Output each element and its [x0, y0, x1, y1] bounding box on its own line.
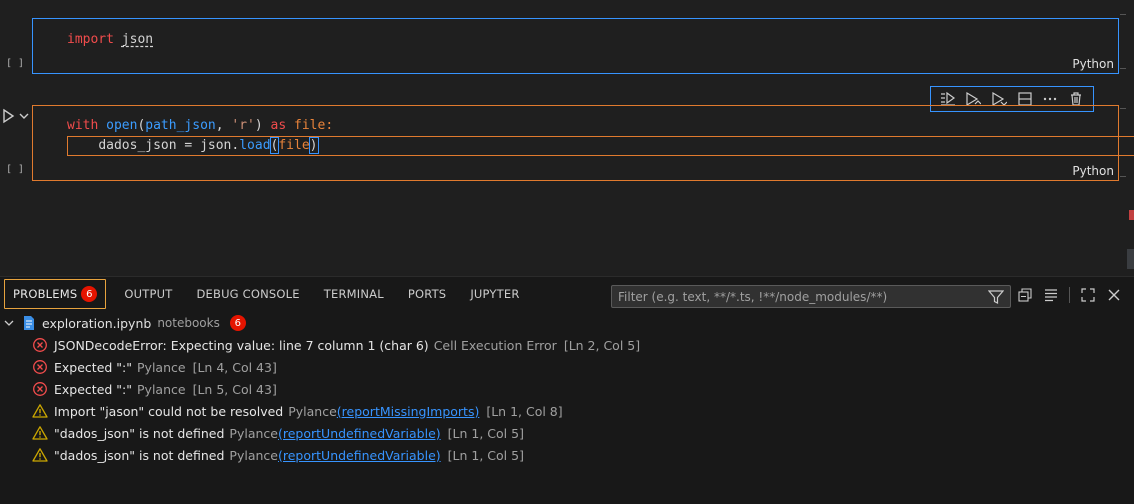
problem-code-link[interactable]: (reportUndefinedVariable): [278, 448, 441, 463]
code-cell-active[interactable]: with open(path_json, 'r') as file: dados…: [32, 105, 1134, 181]
tab-label: DEBUG CONSOLE: [196, 287, 300, 301]
problems-filter-box: [611, 285, 1011, 308]
separator: [1069, 287, 1070, 303]
problem-source: Pylance: [229, 447, 278, 463]
tab-output[interactable]: OUTPUT: [112, 279, 184, 309]
problems-count-badge: 6: [81, 286, 98, 302]
problem-position: [Ln 5, Col 43]: [192, 381, 277, 397]
overview-ruler-mark: [1120, 108, 1126, 109]
overview-ruler-mark: [1120, 68, 1126, 69]
function-open: open: [106, 118, 138, 133]
problem-source: Pylance: [288, 403, 337, 419]
problem-row[interactable]: JSONDecodeError: Expecting value: line 7…: [32, 335, 640, 355]
tab-debug-console[interactable]: DEBUG CONSOLE: [184, 279, 311, 309]
problem-row[interactable]: Import "jason" could not be resolved Pyla…: [32, 401, 563, 421]
file-problems-badge: 6: [229, 315, 246, 331]
problem-code-link[interactable]: (reportMissingImports): [337, 404, 480, 419]
problem-message: "dados_json" is not defined: [54, 447, 225, 463]
module-json: json: [200, 138, 232, 153]
problem-message: Import "jason" could not be resolved: [54, 403, 284, 419]
tab-label: TERMINAL: [323, 287, 384, 301]
variable-file: file: [294, 118, 326, 133]
bottom-panel: PROBLEMS 6 OUTPUT DEBUG CONSOLE TERMINAL…: [0, 276, 1134, 504]
overview-ruler-mark: [1120, 14, 1126, 15]
maximize-panel-icon[interactable]: [1078, 285, 1098, 305]
problem-source: Pylance: [229, 425, 278, 441]
problem-source: Pylance: [137, 381, 186, 397]
colon: :: [325, 118, 334, 133]
scrollbar-thumb[interactable]: [1127, 249, 1134, 269]
play-icon: [3, 108, 29, 124]
cell-language-label[interactable]: Python: [1072, 164, 1114, 178]
problem-message: "dados_json" is not defined: [54, 425, 225, 441]
problem-row[interactable]: Expected ":" Pylance [Ln 5, Col 43]: [32, 379, 277, 399]
code-line[interactable]: import json: [67, 32, 153, 47]
view-as-list-icon[interactable]: [1041, 285, 1061, 305]
problem-row[interactable]: "dados_json" is not defined Pylance (repor…: [32, 423, 524, 443]
tab-problems[interactable]: PROBLEMS 6: [4, 279, 107, 309]
panel-actions: [1015, 285, 1124, 305]
file-name: exploration.ipynb: [42, 315, 152, 331]
chevron-down-icon[interactable]: [0, 313, 18, 333]
tab-terminal[interactable]: TERMINAL: [312, 279, 396, 309]
variable-dados-json: dados_json: [98, 138, 177, 153]
problem-position: [Ln 2, Col 5]: [563, 337, 641, 353]
tab-label: PROBLEMS: [13, 287, 78, 301]
problem-position: [Ln 1, Col 5]: [447, 425, 524, 441]
variable-path-json: path_json: [145, 118, 216, 133]
tab-label: OUTPUT: [124, 287, 173, 301]
tab-ports[interactable]: PORTS: [396, 279, 458, 309]
paren: ): [254, 118, 263, 133]
close-panel-icon[interactable]: [1104, 285, 1124, 305]
notebook-file-icon: [24, 316, 34, 330]
warning-icon: [32, 403, 54, 419]
problem-row[interactable]: Expected ":" Pylance [Ln 4, Col 43]: [32, 357, 277, 377]
filter-icon[interactable]: [988, 289, 1004, 305]
error-marker: [1129, 210, 1134, 220]
collapse-all-icon[interactable]: [1015, 285, 1035, 305]
cell-execution-count: [ ]: [6, 164, 25, 175]
cell-execution-count: [ ]: [6, 58, 25, 69]
problem-position: [Ln 1, Col 5]: [447, 447, 524, 463]
tab-jupyter[interactable]: JUPYTER: [458, 279, 531, 309]
problem-row[interactable]: "dados_json" is not defined Pylance (repor…: [32, 445, 524, 465]
problem-source: Cell Execution Error: [433, 337, 557, 353]
code-line[interactable]: dados_json = json.load(file): [67, 137, 319, 154]
function-load: load: [239, 138, 271, 153]
comma: ,: [215, 118, 232, 133]
tab-label: PORTS: [407, 287, 447, 301]
file-directory: notebooks: [157, 316, 220, 330]
tab-label: JUPYTER: [470, 287, 520, 301]
problem-code-link[interactable]: (reportUndefinedVariable): [278, 426, 441, 441]
warning-icon: [32, 425, 54, 441]
problems-file-group[interactable]: exploration.ipynb notebooks 6: [0, 313, 246, 333]
run-cell-button[interactable]: [2, 108, 34, 124]
operator: =: [176, 138, 201, 153]
problems-filter-input[interactable]: [618, 288, 978, 306]
module-name: json: [121, 32, 154, 47]
problem-message: JSONDecodeError: Expecting value: line 7…: [54, 337, 429, 353]
problem-message: Expected ":": [54, 359, 133, 375]
bracket-match: ): [308, 137, 319, 154]
code-cell[interactable]: import json Python: [32, 18, 1119, 74]
keyword-import: import: [67, 32, 122, 47]
cell-language-label[interactable]: Python: [1072, 57, 1114, 71]
panel-tabs: PROBLEMS 6 OUTPUT DEBUG CONSOLE TERMINAL…: [0, 277, 532, 311]
keyword-with: with: [67, 118, 99, 133]
keyword-as: as: [262, 118, 295, 133]
problem-position: [Ln 4, Col 43]: [192, 359, 277, 375]
notebook-editor: [ ] import json Python [ ] with open(pat…: [0, 0, 1134, 276]
overview-ruler-mark: [1120, 176, 1126, 177]
error-icon: [32, 381, 54, 397]
problem-message: Expected ":": [54, 381, 133, 397]
error-icon: [32, 359, 54, 375]
string-literal: 'r': [231, 118, 255, 133]
code-line[interactable]: with open(path_json, 'r') as file:: [67, 118, 333, 133]
variable-file: file: [278, 138, 310, 153]
warning-icon: [32, 447, 54, 463]
problem-source: Pylance: [137, 359, 186, 375]
problem-position: [Ln 1, Col 8]: [486, 403, 563, 419]
error-icon: [32, 337, 54, 353]
